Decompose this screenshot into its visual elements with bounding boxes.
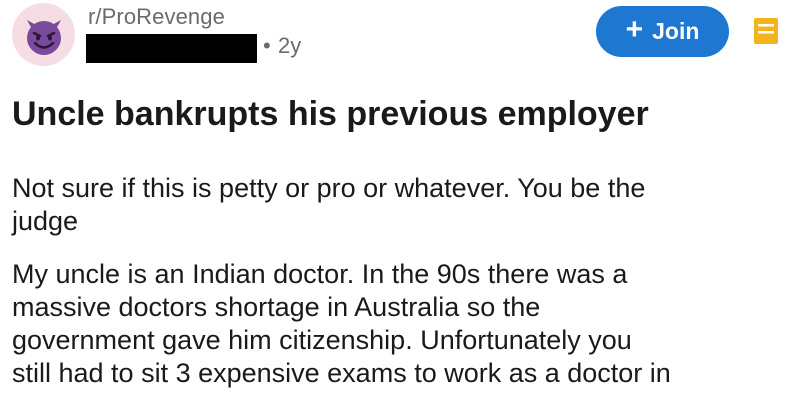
join-button[interactable]: + Join (596, 6, 729, 57)
paragraph-line: judge (12, 206, 79, 236)
subreddit-avatar[interactable] (12, 3, 75, 66)
redacted-username (86, 34, 257, 63)
smiling-devil-icon (26, 19, 61, 55)
join-label: Join (652, 18, 700, 44)
paragraph-line: massive doctors shortage in Australia so… (12, 292, 541, 322)
paragraph-line: still had to sit 3 expensive exams to wo… (12, 358, 671, 388)
paragraph-line: Not sure if this is petty or pro or what… (12, 173, 646, 203)
post-view: r/ProRevenge • 2y + Join Uncle bankrupts… (0, 0, 800, 420)
plus-icon: + (625, 13, 644, 46)
subreddit-name[interactable]: r/ProRevenge (88, 4, 225, 30)
post-title[interactable]: Uncle bankrupts his previous employer (12, 92, 792, 136)
post-paragraph: Not sure if this is petty or pro or what… (12, 172, 792, 238)
save-icon[interactable] (753, 17, 779, 45)
post-age: 2y (278, 33, 302, 58)
post-body: Not sure if this is petty or pro or what… (12, 172, 792, 410)
meta-separator: • (263, 33, 271, 58)
paragraph-line: My uncle is an Indian doctor. In the 90s… (12, 259, 628, 289)
post-paragraph: My uncle is an Indian doctor. In the 90s… (12, 258, 792, 390)
paragraph-line: government gave him citizenship. Unfortu… (12, 325, 632, 355)
post-header: r/ProRevenge • 2y + Join (0, 0, 800, 72)
